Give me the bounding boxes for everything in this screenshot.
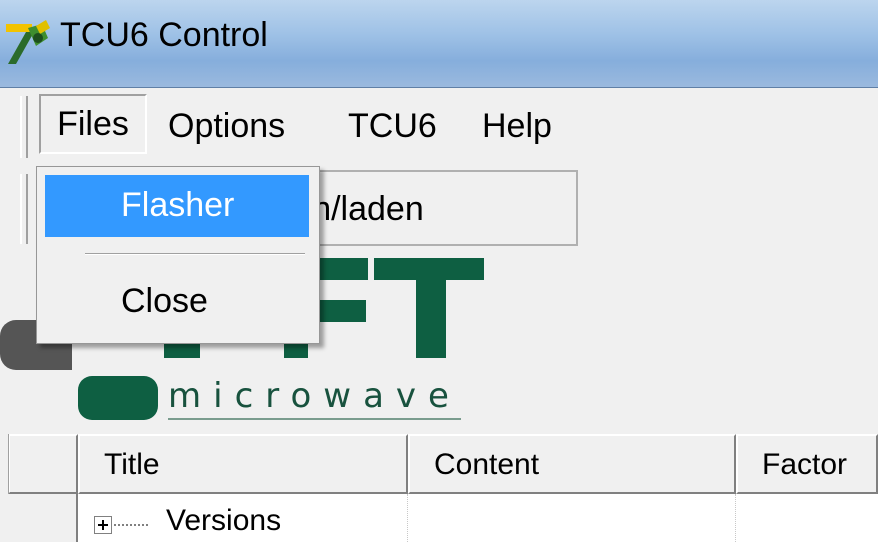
toolbar-grip[interactable] — [20, 174, 28, 244]
grid-header: Title Content Factor — [0, 434, 878, 494]
logo-tagline: microwave — [168, 376, 461, 420]
column-header-content[interactable]: Content — [408, 434, 736, 494]
menu-tcu6[interactable]: TCU6 — [340, 100, 445, 152]
menu-files[interactable]: Files — [39, 94, 147, 154]
menu-item-flasher[interactable]: Flasher — [45, 175, 309, 237]
row-indicator-header — [8, 434, 78, 494]
tree-item-versions[interactable]: Versions — [166, 504, 281, 538]
plus-expand-icon[interactable] — [94, 516, 112, 534]
menu-options[interactable]: Options — [160, 100, 293, 152]
logo-green-shape — [78, 376, 158, 420]
title-bar: TCU6 Control — [0, 0, 878, 88]
files-dropdown-menu: Flasher Close — [36, 166, 320, 344]
data-grid: Title Content Factor Versions — [0, 434, 878, 542]
content-cell[interactable] — [408, 494, 736, 542]
menu-grip[interactable] — [20, 96, 28, 158]
window-title: TCU6 Control — [60, 16, 268, 54]
column-header-title[interactable]: Title — [78, 434, 408, 494]
menu-separator — [85, 253, 305, 255]
menu-bar: Files Options TCU6 Help — [0, 88, 878, 164]
menu-help[interactable]: Help — [474, 100, 560, 152]
menu-item-close[interactable]: Close — [45, 271, 309, 333]
tcu6-app-icon — [6, 20, 50, 64]
tree-connector — [114, 524, 148, 526]
column-header-factor[interactable]: Factor — [736, 434, 878, 494]
row-indicator[interactable] — [8, 494, 78, 542]
